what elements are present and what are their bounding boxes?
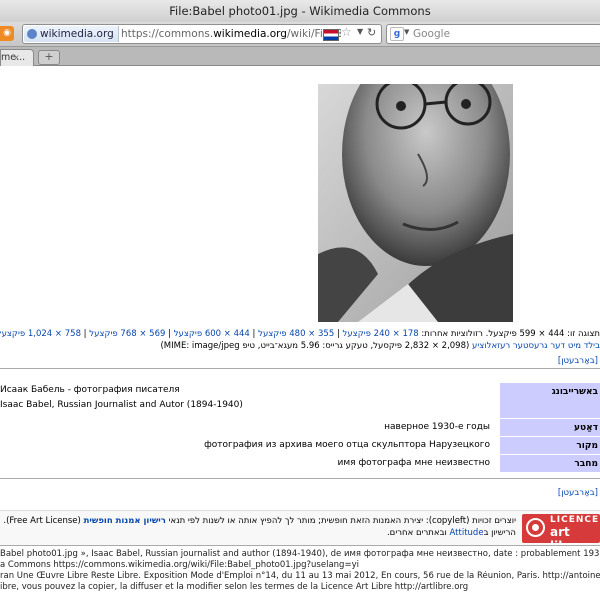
logo-text-top: LICENCE <box>550 515 600 525</box>
original-file-link[interactable]: בילד מיט דער גרעסטער רעזאלוציע <box>472 341 600 351</box>
new-tab-button[interactable]: + <box>38 50 60 65</box>
google-search-engine-icon[interactable]: g <box>390 27 404 41</box>
resolution-lead: תצוגה זו: 444 × 599 פיקצעל. רזולוציות אח… <box>418 329 600 339</box>
tab-strip: me... × + <box>0 47 600 66</box>
search-engine-dropdown-icon[interactable]: ▼ <box>404 28 409 36</box>
resolution-option[interactable]: 444 × 600 פיקצעל <box>174 329 250 339</box>
site-identity-button[interactable]: wikimedia.org <box>24 26 119 42</box>
globe-icon <box>27 29 37 39</box>
address-bar[interactable]: wikimedia.org https://commons.wikimedia.… <box>22 24 382 44</box>
bookmark-star-icon[interactable]: ☆ <box>341 25 352 39</box>
divider <box>0 545 600 546</box>
attribution-line: a Commons https://commons.wikimedia.org/… <box>0 560 359 570</box>
reload-icon[interactable]: ↻ <box>367 26 376 39</box>
source-value: фотография из архива моего отца скульпто… <box>204 440 490 450</box>
description-label: באשרייבונג <box>500 382 600 418</box>
description-ru: Исаак Бабель - фотография писателя <box>0 385 180 395</box>
license-box: יוצרים זכויות (copyleft): יצירת האמנות ה… <box>0 510 600 553</box>
license-text: (Free Art License). אפשר למצוא עותק של <box>0 516 81 526</box>
language-flag-icon[interactable] <box>323 29 339 41</box>
search-bar[interactable]: g ▼ Google <box>386 24 600 44</box>
date-value: наверное 1930-е годы <box>384 422 490 432</box>
site-identity-label: wikimedia.org <box>40 28 114 40</box>
divider <box>0 478 600 479</box>
resolution-option[interactable]: 758 × 1,024 פיקצעל <box>0 329 81 339</box>
file-image[interactable] <box>318 84 513 322</box>
license-text-line1: יוצרים זכויות (copyleft): יצירת האמנות ה… <box>0 516 516 527</box>
edit-section-link[interactable]: [באַרבעטן] <box>0 356 598 366</box>
history-dropdown-icon[interactable]: ▼ <box>357 27 363 36</box>
original-file-line: בילד מיט דער גרעסטער רעזאלוציע (2,098 × … <box>0 340 600 352</box>
attribution-line: ibre, vous pouvez la copier, la diffuser… <box>0 582 469 592</box>
license-text-line2: הרישיון בAttitude ובאתרים אחרים. <box>0 528 516 539</box>
description-en: Isaac Babel, Russian Journalist and Auto… <box>0 400 243 410</box>
art-libre-icon <box>526 518 545 537</box>
free-art-license-link[interactable]: רישיון אמנות חופשית <box>84 516 166 526</box>
resolution-option[interactable]: 178 × 240 פיקצעל <box>343 329 419 339</box>
author-value: имя фотографа мне неизвестно <box>337 458 490 468</box>
file-info-table: באשרייבונג Исаак Бабель - фотография пис… <box>0 382 600 474</box>
tab-close-icon[interactable]: × <box>13 50 20 65</box>
edit-section-link[interactable]: [באַרבעטן] <box>0 488 598 498</box>
window-title-bar: File:Babel photo01.jpg - Wikimedia Commo… <box>0 0 600 23</box>
navigation-toolbar: ◉ wikimedia.org https://commons.wikimedi… <box>0 22 600 47</box>
babel-portrait-photo <box>318 84 513 322</box>
attribution-line: ran Une Œuvre Libre Reste Libre. Exposit… <box>0 571 600 581</box>
window-title: File:Babel photo01.jpg - Wikimedia Commo… <box>169 4 431 18</box>
search-input[interactable]: Google <box>413 26 450 42</box>
divider <box>0 368 600 369</box>
resolution-option[interactable]: 355 × 480 פיקצעל <box>258 329 334 339</box>
attribution-line: Babel photo01.jpg », Isaac Babel, Russia… <box>0 549 600 559</box>
url-domain: wikimedia.org <box>213 28 287 40</box>
date-label: דאַטע <box>500 418 600 436</box>
license-text: יוצרים זכויות (copyleft): יצירת האמנות ה… <box>165 516 516 526</box>
attitude-link[interactable]: Attitude <box>450 528 484 538</box>
source-label: מקור <box>500 436 600 454</box>
resolution-option[interactable]: 569 × 768 פיקצעל <box>89 329 165 339</box>
licence-art-libre-logo[interactable]: LICENCE art libre <box>522 514 600 553</box>
license-text: הרישיון ב <box>483 528 516 538</box>
tab-commons-file[interactable]: me... × <box>0 49 34 66</box>
original-file-info: (2,098 × 2,832 פיקסעל, טעקע גרייס: 5.96 … <box>160 341 470 351</box>
resolution-links: תצוגה זו: 444 × 599 פיקצעל. רזולוציות אח… <box>0 328 600 340</box>
license-text: ובאתרים אחרים. <box>386 528 450 538</box>
rss-feed-icon[interactable]: ◉ <box>0 26 14 41</box>
author-label: מחבר <box>500 454 600 472</box>
url-text[interactable]: https://commons.wikimedia.org/wiki/File:… <box>121 26 341 42</box>
url-prefix: https://commons. <box>121 28 214 40</box>
